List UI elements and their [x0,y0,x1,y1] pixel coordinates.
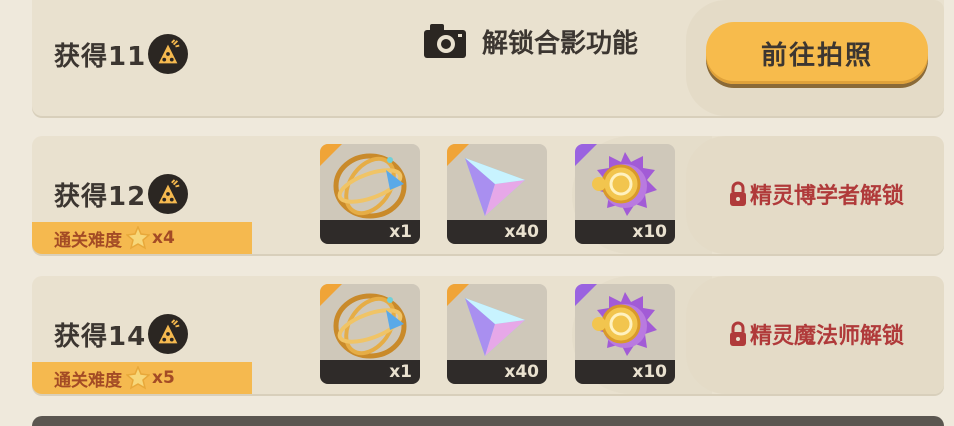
reward-item-coin[interactable]: x10 [575,284,675,384]
lock-requirement: 精灵博学者解锁 [728,178,904,210]
item-quantity: x1 [320,220,420,244]
reward-row-14: 获得14 通关难度 x5 x1 x40 x10 精灵魔法师解锁 [32,276,944,394]
item-quantity: x40 [447,360,547,384]
lock-icon [728,181,748,208]
reward-item-coin[interactable]: x10 [575,144,675,244]
row-title: 获得11 [54,34,189,74]
lock-text: 精灵魔法师解锁 [749,324,904,349]
difficulty-multiplier: x4 [152,228,175,248]
reward-row-11: 获得11 解锁合影功能 前往拍照 [32,0,944,116]
item-quantity: x10 [575,220,675,244]
go-photo-button[interactable]: 前往拍照 [706,22,928,84]
purple-coin-icon [590,290,659,358]
lock-icon [728,321,748,348]
difficulty-label: 通关难度 [54,370,122,391]
lock-requirement: 精灵魔法师解锁 [728,318,904,350]
row-title: 获得14 [54,314,189,354]
armillary-icon [328,150,412,222]
next-row-edge [32,416,944,426]
item-quantity: x10 [575,360,675,384]
purple-coin-icon [590,150,659,218]
star-icon [126,366,150,389]
crystal-icon [465,298,525,356]
party-popper-icon [148,314,189,354]
unlock-feature-text: 解锁合影功能 [482,28,639,59]
difficulty-tag: 通关难度 x4 [32,222,252,254]
reward-item-armillary[interactable]: x1 [320,144,420,244]
camera-icon [424,24,466,58]
row-title: 获得12 [54,174,189,214]
reward-item-armillary[interactable]: x1 [320,284,420,384]
lock-text: 精灵博学者解锁 [749,184,904,209]
row-title-text: 获得14 [54,321,147,352]
party-popper-icon [148,34,189,74]
armillary-icon [328,290,412,362]
difficulty-tag: 通关难度 x5 [32,362,252,394]
item-quantity: x1 [320,360,420,384]
party-popper-icon [148,174,189,214]
reward-item-crystal[interactable]: x40 [447,284,547,384]
reward-row-12: 获得12 通关难度 x4 x1 x40 x10 精灵博学者解锁 [32,136,944,254]
item-quantity: x40 [447,220,547,244]
reward-item-crystal[interactable]: x40 [447,144,547,244]
unlock-feature: 解锁合影功能 [422,22,638,60]
row-title-text: 获得12 [54,181,147,212]
star-icon [126,226,150,249]
difficulty-multiplier: x5 [152,368,175,388]
difficulty-label: 通关难度 [54,230,122,251]
row-title-text: 获得11 [54,41,147,72]
crystal-icon [465,158,525,216]
